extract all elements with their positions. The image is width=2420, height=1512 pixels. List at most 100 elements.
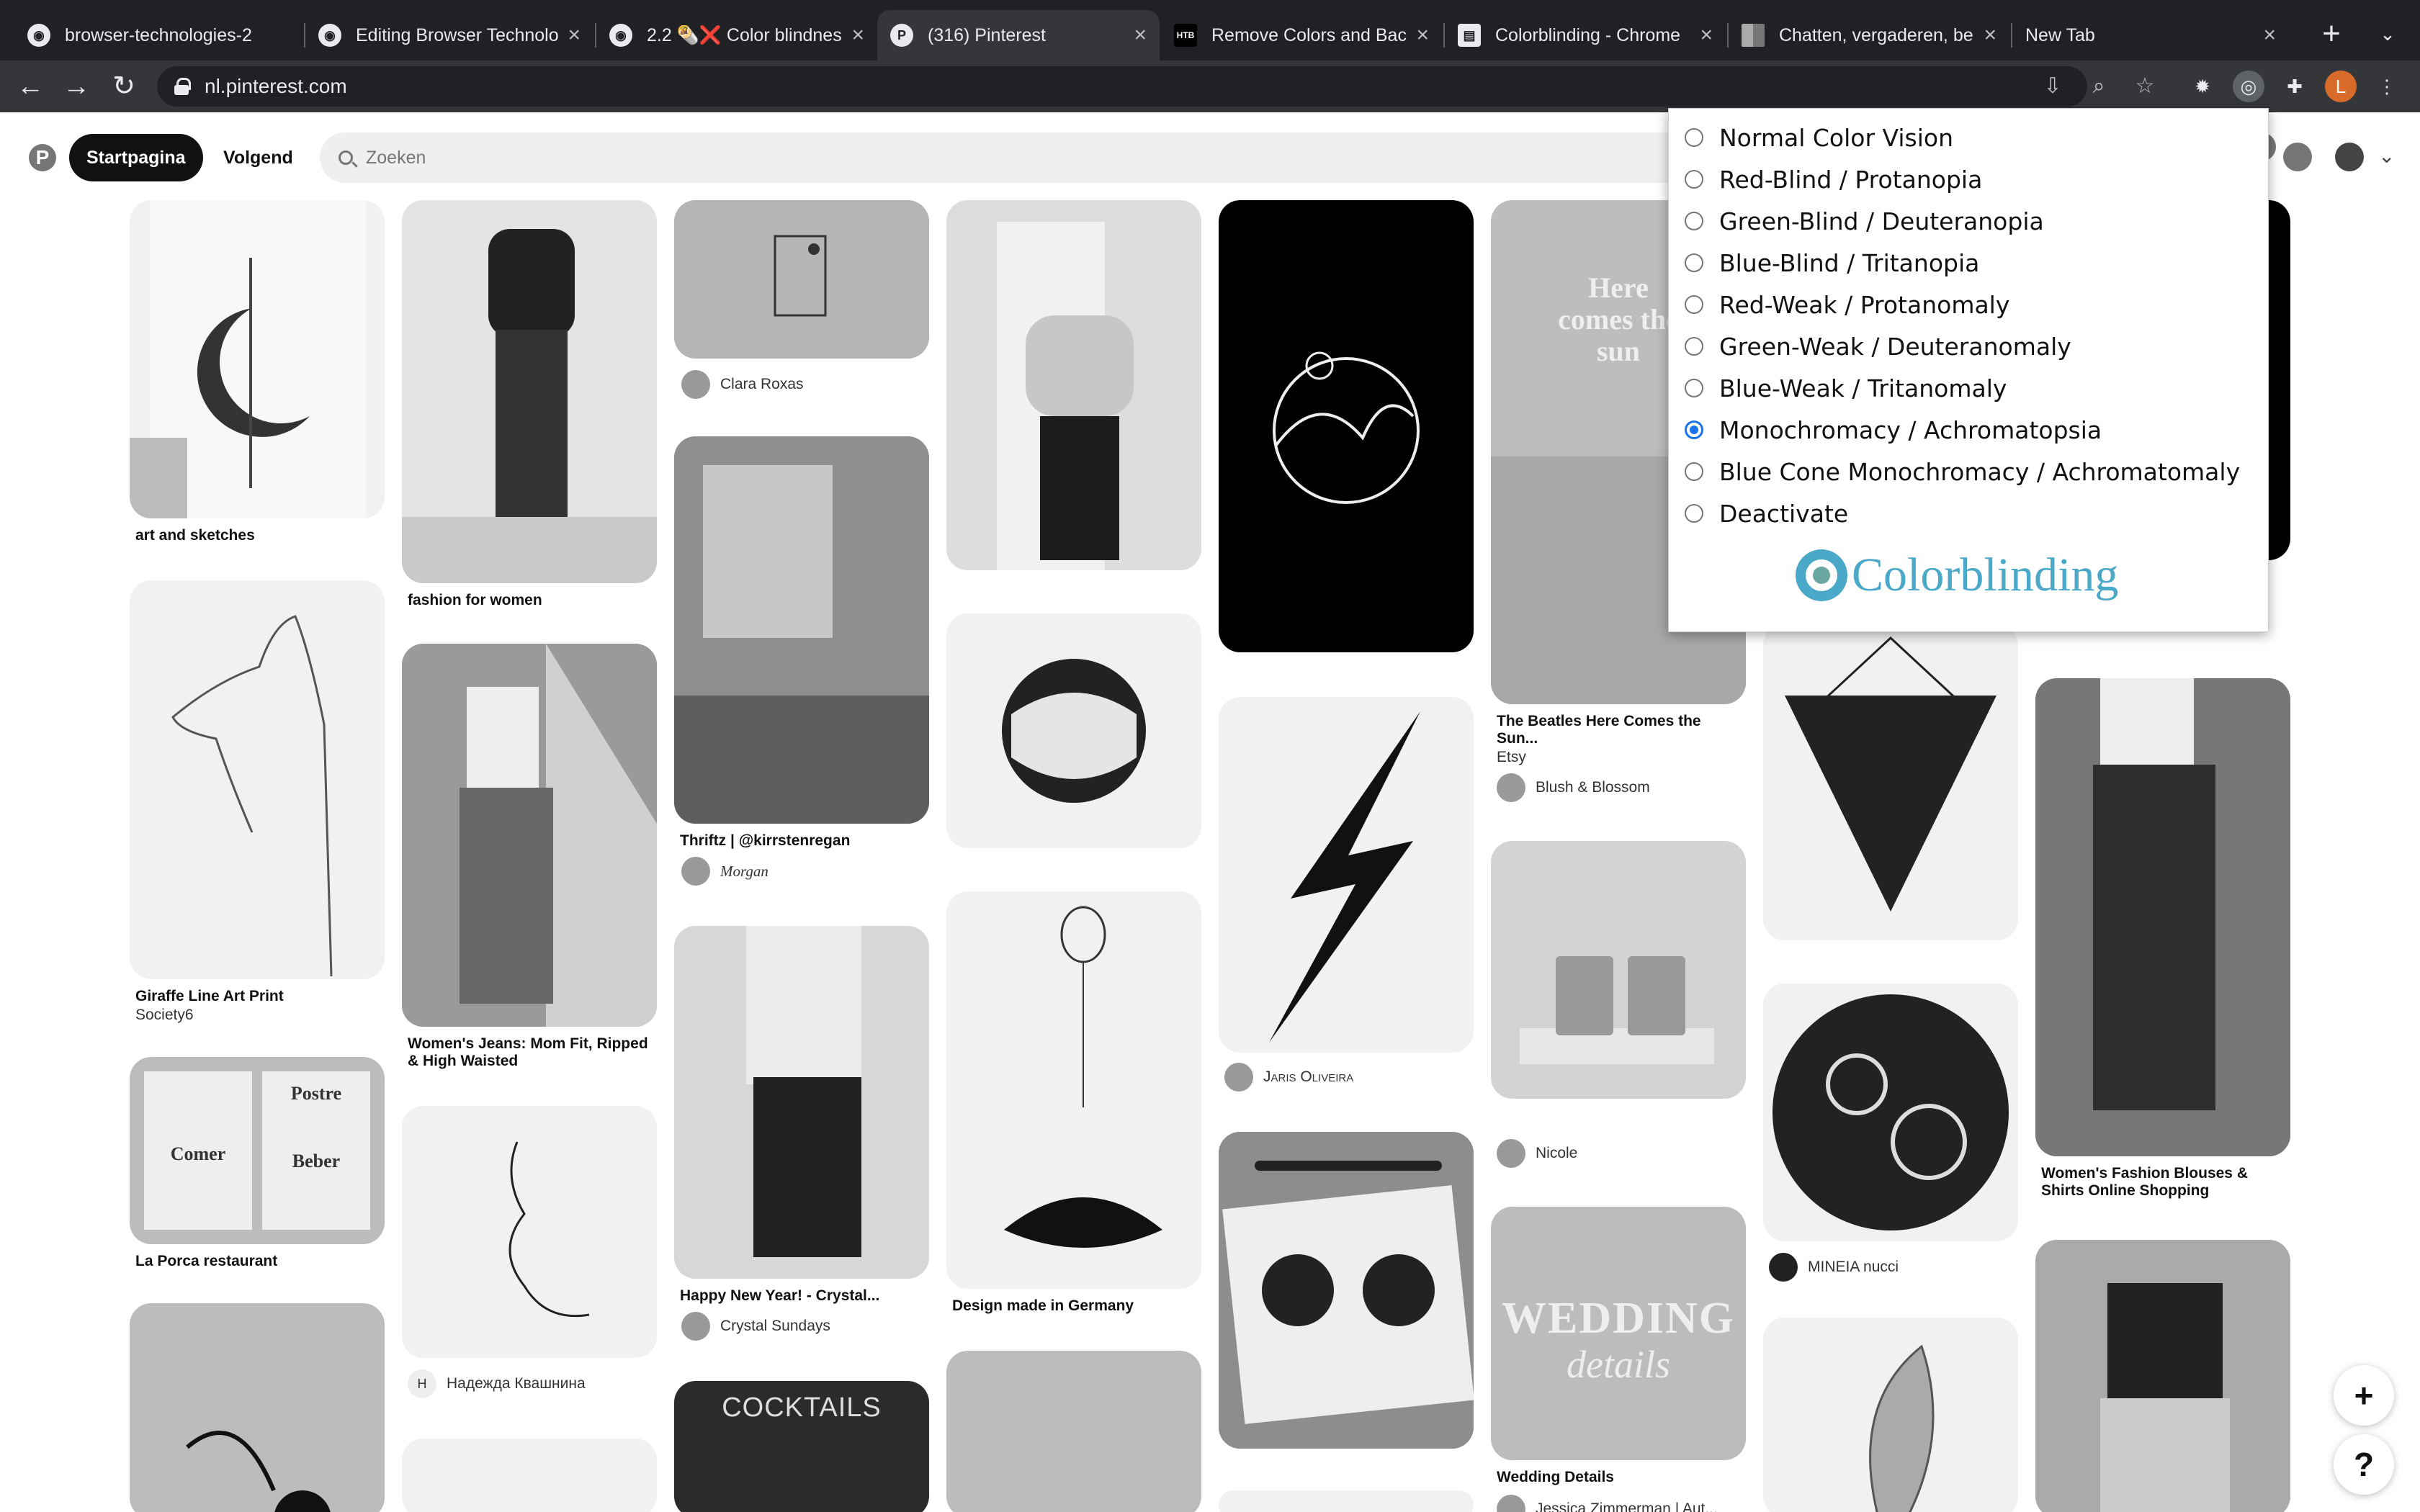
tab-browser-technologies[interactable]: ◉ browser-technologies-2 xyxy=(14,10,302,60)
pin-image-mirror-selfie[interactable] xyxy=(946,200,1201,570)
pin-creator[interactable]: Jessica Zimmerman | Aut... xyxy=(1497,1495,1718,1512)
back-button[interactable]: ← xyxy=(12,68,49,105)
pin-image-woman-black-outfit[interactable] xyxy=(402,200,657,583)
pin-image-moon-phases-sketch[interactable] xyxy=(1219,1132,1474,1449)
pin-image-partial[interactable] xyxy=(946,1351,1201,1512)
pin-creator[interactable]: Blush & Blossom xyxy=(1497,773,1650,802)
pin-image-happy-new-year[interactable] xyxy=(674,926,929,1279)
pin-image-mountain-triangle[interactable] xyxy=(1763,624,2018,940)
chrome-menu-icon[interactable]: ⋮ xyxy=(2371,71,2403,102)
pin-image-whale-wave[interactable] xyxy=(946,613,1201,848)
pin-creator[interactable]: H Надежда Квашнина xyxy=(408,1369,586,1398)
pin-image-giraffe-line-art[interactable] xyxy=(130,580,385,979)
pin-caption[interactable]: Happy New Year! - Crystal... xyxy=(680,1287,925,1305)
new-tab-button[interactable]: + xyxy=(2313,16,2349,52)
radio-button[interactable] xyxy=(1685,337,1703,356)
pin-image-mirror-outfit[interactable] xyxy=(2035,1240,2290,1512)
address-bar[interactable]: nl.pinterest.com ⇩ ⌕ ☆ xyxy=(157,66,2154,107)
tab-colorblinding-webstore[interactable]: ▤ Colorblinding - Chrome × xyxy=(1445,10,1726,60)
tab-new-tab[interactable]: New Tab × xyxy=(2012,10,2289,60)
pin-creator[interactable]: Nicole xyxy=(1497,1139,1577,1168)
home-tab-button[interactable]: Startpagina xyxy=(69,134,203,181)
tab-microsoft-teams[interactable]: Chatten, vergaderen, be × xyxy=(1729,10,2009,60)
pin-caption[interactable]: Design made in Germany xyxy=(952,1297,1197,1315)
radio-button[interactable] xyxy=(1685,379,1703,397)
option-deactivate[interactable]: Deactivate xyxy=(1685,493,1848,534)
pin-image-balloon-figure[interactable] xyxy=(946,891,1201,1289)
pin-image-abstract-face[interactable] xyxy=(130,1303,385,1512)
pin-creator[interactable]: Crystal Sundays xyxy=(681,1312,830,1341)
pin-image-partial[interactable] xyxy=(1219,1490,1474,1512)
option-normal-color-vision[interactable]: Normal Color Vision xyxy=(1685,117,1953,158)
settings-gear-extension-icon[interactable]: ✹ xyxy=(2187,71,2218,102)
option-achromatopsia[interactable]: Monochromacy / Achromatopsia xyxy=(1685,410,2102,450)
option-achromatomaly[interactable]: Blue Cone Monochromacy / Achromatomaly xyxy=(1685,451,2240,492)
pin-caption[interactable]: The Beatles Here Comes the Sun... xyxy=(1497,713,1742,747)
following-tab-button[interactable]: Volgend xyxy=(206,134,310,181)
profile-avatar[interactable]: L xyxy=(2325,71,2357,102)
tab-color-blindness[interactable]: ◉ 2.2 🌯❌ Color blindnes × xyxy=(596,10,877,60)
close-icon[interactable]: × xyxy=(1984,23,1996,48)
colorblinding-extension-icon[interactable]: ◎ xyxy=(2233,71,2264,102)
radio-button[interactable] xyxy=(1685,462,1703,481)
tab-editing-browser-technologies[interactable]: ◉ Editing Browser Technolo × xyxy=(305,10,593,60)
pin-creator[interactable]: Jaris Oliveira xyxy=(1224,1063,1353,1092)
close-icon[interactable]: × xyxy=(568,23,581,48)
pin-caption[interactable]: Women's Fashion Blouses & Shirts Online … xyxy=(2041,1165,2286,1200)
bookmark-star-icon[interactable]: ☆ xyxy=(2130,72,2159,101)
create-pin-button[interactable]: + xyxy=(2334,1365,2394,1426)
help-button[interactable]: ? xyxy=(2334,1434,2394,1495)
pin-source[interactable]: Society6 xyxy=(135,1007,194,1024)
pin-caption[interactable]: La Porca restaurant xyxy=(135,1253,380,1270)
user-avatar[interactable] xyxy=(2335,143,2364,171)
pin-image-womens-jeans[interactable] xyxy=(402,644,657,1027)
radio-button[interactable] xyxy=(1685,212,1703,230)
install-app-icon[interactable]: ⇩ xyxy=(2038,72,2067,101)
pinterest-logo-icon[interactable]: P xyxy=(29,144,56,171)
radio-button[interactable] xyxy=(1685,504,1703,523)
forward-button[interactable]: → xyxy=(58,68,95,105)
pin-creator[interactable]: Clara Roxas xyxy=(681,370,804,399)
option-protanopia[interactable]: Red-Blind / Protanopia xyxy=(1685,159,1982,199)
extensions-puzzle-icon[interactable]: ✚ xyxy=(2279,71,2311,102)
radio-button[interactable] xyxy=(1685,128,1703,147)
pin-image-face-line-art[interactable] xyxy=(402,1106,657,1358)
zoom-icon[interactable]: ⌕ xyxy=(2084,72,2113,101)
pin-image-cloud-circle[interactable] xyxy=(1763,984,2018,1241)
pin-caption[interactable]: Thriftz | @kirrstenregan xyxy=(680,832,925,850)
account-chevron-down-icon[interactable]: ⌄ xyxy=(2378,144,2395,168)
close-icon[interactable]: × xyxy=(2263,23,2276,48)
pin-caption[interactable]: Giraffe Line Art Print xyxy=(135,988,380,1005)
messages-icon[interactable] xyxy=(2283,143,2312,171)
pin-image-wedding-details[interactable]: WEDDING details xyxy=(1491,1207,1746,1460)
pin-caption[interactable]: art and sketches xyxy=(135,527,380,544)
close-icon[interactable]: × xyxy=(1134,23,1147,48)
pin-image-la-porca-menu[interactable]: Comer Postre Beber xyxy=(130,1057,385,1244)
close-icon[interactable]: × xyxy=(851,23,864,48)
pin-image-wave-tattoo[interactable] xyxy=(674,200,929,359)
pin-image-wave-circle-tattoo[interactable] xyxy=(1219,200,1474,652)
pin-image-moon-arrow-sketch[interactable] xyxy=(130,200,385,518)
option-deuteranomaly[interactable]: Green-Weak / Deuteranomaly xyxy=(1685,326,2071,366)
pin-caption[interactable]: Women's Jeans: Mom Fit, Ripped & High Wa… xyxy=(408,1035,653,1070)
tab-pinterest[interactable]: P (316) Pinterest × xyxy=(877,10,1160,60)
pin-image-thriftz-room[interactable] xyxy=(674,436,929,824)
option-tritanomaly[interactable]: Blue-Weak / Tritanomaly xyxy=(1685,368,2007,408)
close-icon[interactable]: × xyxy=(1416,23,1429,48)
radio-button[interactable] xyxy=(1685,170,1703,189)
tab-remove-colors[interactable]: HTB Remove Colors and Bac × xyxy=(1161,10,1442,60)
close-icon[interactable]: × xyxy=(1700,23,1713,48)
option-deuteranopia[interactable]: Green-Blind / Deuteranopia xyxy=(1685,201,2044,241)
pin-image-leaf[interactable] xyxy=(1763,1318,2018,1512)
pin-creator[interactable]: MINEIA nucci xyxy=(1769,1253,1899,1282)
pin-caption[interactable]: fashion for women xyxy=(408,592,653,609)
radio-button[interactable] xyxy=(1685,253,1703,272)
pin-image-cocktails-menu[interactable]: COCKTAILS xyxy=(674,1381,929,1512)
search-input[interactable] xyxy=(366,147,1806,168)
tab-search-chevron-icon[interactable]: ⌄ xyxy=(2370,16,2406,52)
radio-button[interactable] xyxy=(1685,295,1703,314)
option-tritanopia[interactable]: Blue-Blind / Tritanopia xyxy=(1685,243,1979,283)
option-protanomaly[interactable]: Red-Weak / Protanomaly xyxy=(1685,284,2009,325)
pin-creator[interactable]: Morgan xyxy=(681,857,768,886)
radio-button-selected[interactable] xyxy=(1685,420,1703,439)
